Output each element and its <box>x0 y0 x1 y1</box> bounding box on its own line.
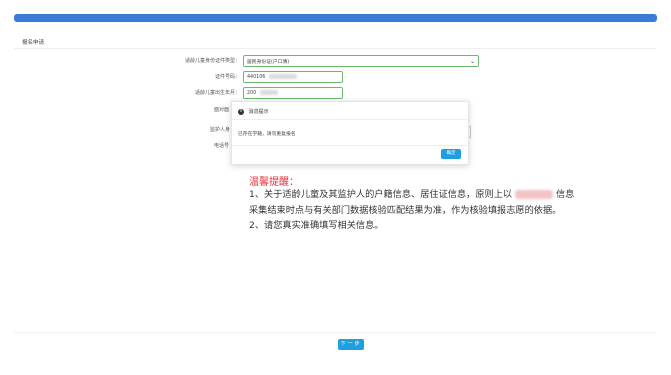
dialog-title: 消息提示 <box>248 109 269 115</box>
next-step-button[interactable]: 下一步 <box>338 339 364 350</box>
info-icon: i <box>238 108 244 115</box>
header-bar <box>14 14 657 22</box>
redacted-text <box>268 74 297 79</box>
id-type-row: 适龄儿童身份证件类型： 居民身份证(户口簿) ⌄ <box>150 55 480 67</box>
redacted-text <box>515 190 554 199</box>
id-number-label: 证件号码： <box>214 74 240 80</box>
dialog-body: 已存在学籍，请勿重复报名 <box>232 120 468 146</box>
page-title: 报名申请 <box>22 40 45 46</box>
birth-value: 200 <box>247 91 257 96</box>
chevron-down-icon: ⌄ <box>469 58 475 65</box>
notice-title: 温馨提醒： <box>249 177 299 188</box>
notice-line-1: 1、关于适龄儿童及其监护人的户籍信息、居住证信息，原则上以 信息采集结束时点与有… <box>249 187 579 218</box>
notice-body: 1、关于适龄儿童及其监护人的户籍信息、居住证信息，原则上以 信息采集结束时点与有… <box>249 187 579 234</box>
id-type-select[interactable]: 居民身份证(户口簿) ⌄ <box>243 55 479 67</box>
id-type-value: 居民身份证(户口簿) <box>247 60 290 65</box>
birth-row: 适龄儿童出生年月： 200 <box>150 87 480 99</box>
id-number-value: 440106 <box>247 75 266 80</box>
id-number-input[interactable]: 440106 <box>243 71 343 83</box>
confirm-button[interactable]: 确定 <box>441 149 461 159</box>
birth-label: 适龄儿童出生年月： <box>194 90 240 96</box>
divider <box>14 332 657 333</box>
guardian-label: 监护人身 <box>210 127 231 133</box>
phone-label: 电话号 <box>214 143 230 149</box>
dialog-header: i 消息提示 <box>232 102 468 120</box>
id-type-label: 适龄儿童身份证件类型： <box>184 58 240 64</box>
id-number-row: 证件号码： 440106 <box>150 71 480 83</box>
divider <box>14 48 657 49</box>
notice-line-1-start: 1、关于适龄儿童及其监护人的户籍信息、居住证信息，原则上以 <box>249 189 513 200</box>
face-label: 面对面 <box>214 107 230 113</box>
redacted-text <box>259 90 278 95</box>
notice-line-2: 2、请您真实准确填写相关信息。 <box>249 220 384 231</box>
dialog-message: 已存在学籍，请勿重复报名 <box>238 132 296 137</box>
birth-input[interactable]: 200 <box>243 87 343 99</box>
message-dialog: i 消息提示 已存在学籍，请勿重复报名 确定 <box>231 101 469 165</box>
